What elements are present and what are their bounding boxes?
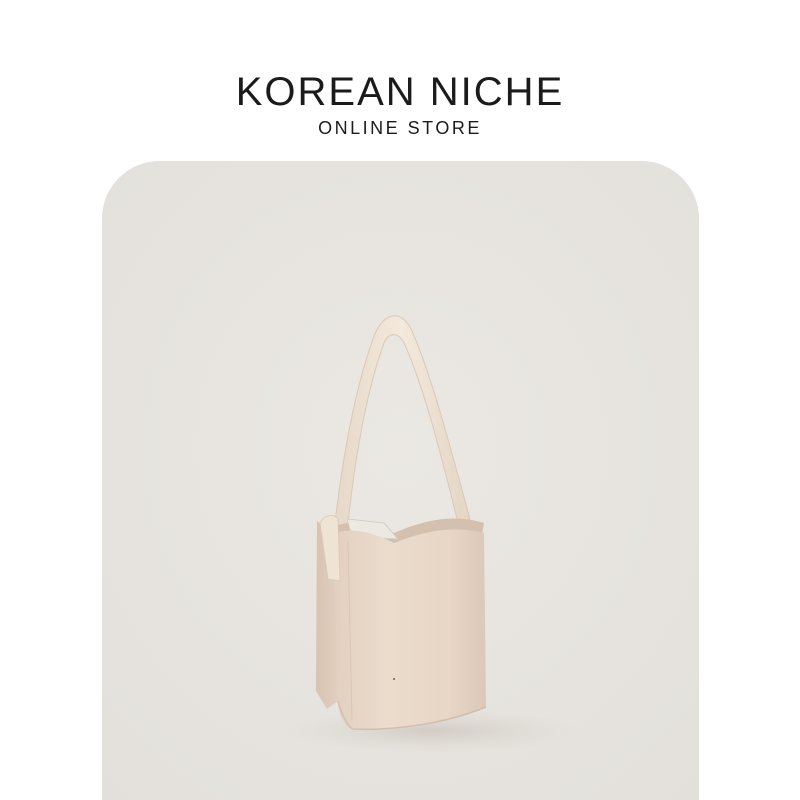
product-card	[102, 161, 699, 800]
bag-speck	[393, 678, 395, 680]
product-image	[102, 161, 699, 800]
brand-subtitle: ONLINE STORE	[318, 118, 482, 138]
brand-title: KOREAN NICHE	[235, 70, 565, 114]
bag-body	[334, 529, 486, 730]
